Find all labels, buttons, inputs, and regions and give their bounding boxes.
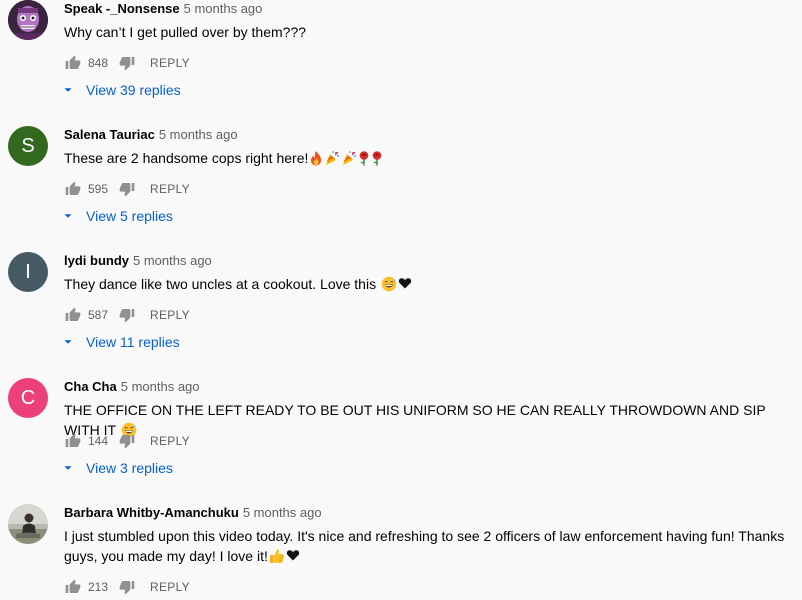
comment-header: Cha Cha 5 months ago	[64, 378, 200, 396]
comment-actions: 848 REPLY	[64, 52, 190, 74]
reply-button[interactable]: REPLY	[150, 182, 190, 196]
thumbs-down-icon	[119, 309, 135, 323]
like-button[interactable]	[64, 54, 82, 72]
avatar[interactable]	[8, 0, 48, 40]
comment-header: Speak -_Nonsense 5 months ago	[64, 0, 262, 18]
rose-emoji	[360, 151, 369, 166]
dislike-button[interactable]	[118, 578, 136, 596]
comment-header: lydi bundy 5 months ago	[64, 252, 212, 270]
comment-text: These are 2 handsome cops right here!	[64, 148, 794, 168]
view-replies-label: View 5 replies	[86, 208, 173, 224]
comment-author[interactable]: Cha Cha	[64, 379, 117, 394]
comment-timestamp[interactable]: 5 months ago	[121, 379, 200, 394]
view-replies-label: View 3 replies	[86, 460, 173, 476]
view-replies-label: View 39 replies	[86, 82, 181, 98]
view-replies-button[interactable]: View 11 replies	[62, 332, 180, 352]
like-count: 587	[88, 308, 109, 322]
emoji-group	[381, 276, 412, 292]
dislike-button[interactable]	[118, 180, 136, 198]
comment-author[interactable]: Salena Tauriac	[64, 127, 155, 142]
like-count: 595	[88, 182, 109, 196]
chevron-down-icon	[62, 84, 74, 96]
rose-emoji	[373, 151, 382, 166]
thumbs-up-icon	[65, 307, 81, 321]
like-count: 213	[88, 580, 109, 594]
thumbs-up-icon	[65, 181, 81, 195]
thumbs-up-emoji	[269, 549, 284, 564]
chevron-down-icon	[62, 336, 74, 348]
view-replies-button[interactable]: View 3 replies	[62, 458, 173, 478]
avatar[interactable]	[8, 504, 48, 544]
like-button[interactable]	[64, 432, 82, 450]
grinning-sweat-emoji	[381, 276, 397, 292]
comment-text-content: Why can’t I get pulled over by them???	[64, 24, 307, 40]
party-popper-emoji	[326, 151, 340, 166]
comment-timestamp[interactable]: 5 months ago	[243, 505, 322, 520]
comment-author[interactable]: Speak -_Nonsense	[64, 1, 180, 16]
avatar-letter: I	[25, 261, 31, 283]
comment-actions: 213 REPLY	[64, 576, 190, 598]
comment-text-content: These are 2 handsome cops right here!	[64, 150, 309, 166]
reply-button[interactable]: REPLY	[150, 308, 190, 322]
black-heart-emoji	[398, 278, 412, 289]
comment-text: Why can’t I get pulled over by them???	[64, 22, 794, 42]
comment-text-content: They dance like two uncles at a cookout.…	[64, 276, 380, 292]
view-replies-label: View 11 replies	[86, 334, 180, 350]
comment-actions: 595 REPLY	[64, 178, 190, 200]
thumbs-down-icon	[119, 183, 135, 197]
comment-author[interactable]: lydi bundy	[64, 253, 129, 268]
black-heart-emoji	[286, 550, 300, 561]
like-button[interactable]	[64, 578, 82, 596]
avatar[interactable]: C	[8, 378, 48, 418]
chevron-down-icon	[62, 462, 74, 474]
chevron-down-icon	[62, 210, 74, 222]
avatar[interactable]: S	[8, 126, 48, 166]
party-popper-emoji	[343, 151, 357, 166]
emoji-group	[309, 150, 383, 166]
thumbs-down-icon	[119, 435, 135, 449]
thumbs-down-icon	[119, 581, 135, 595]
comment-text: I just stumbled upon this video today. I…	[64, 526, 794, 566]
thumbs-up-icon	[65, 55, 81, 69]
comment-text: They dance like two uncles at a cookout.…	[64, 274, 794, 294]
comment-timestamp[interactable]: 5 months ago	[133, 253, 212, 268]
avatar-image	[8, 504, 48, 544]
comment-timestamp[interactable]: 5 months ago	[159, 127, 238, 142]
comment-text-content: I just stumbled upon this video today. I…	[64, 528, 785, 564]
like-button[interactable]	[64, 306, 82, 324]
dislike-button[interactable]	[118, 432, 136, 450]
avatar-letter: S	[21, 135, 35, 157]
comment-timestamp[interactable]: 5 months ago	[184, 1, 263, 16]
comment-header: Salena Tauriac 5 months ago	[64, 126, 238, 144]
like-button[interactable]	[64, 180, 82, 198]
avatar-image	[8, 0, 48, 40]
dislike-button[interactable]	[118, 54, 136, 72]
fire-emoji	[311, 151, 322, 166]
dislike-button[interactable]	[118, 306, 136, 324]
avatar-letter: C	[20, 387, 36, 409]
reply-button[interactable]: REPLY	[150, 580, 190, 594]
reply-button[interactable]: REPLY	[150, 56, 190, 70]
comment-actions: 144 REPLY	[64, 430, 190, 452]
thumbs-down-icon	[119, 57, 135, 71]
thumbs-up-icon	[65, 433, 81, 447]
like-count: 848	[88, 56, 109, 70]
comment-author[interactable]: Barbara Whitby-Amanchuku	[64, 505, 239, 520]
thumbs-up-icon	[65, 579, 81, 593]
like-count: 144	[88, 434, 109, 448]
reply-button[interactable]: REPLY	[150, 434, 190, 448]
emoji-group	[269, 548, 300, 564]
comment-header: Barbara Whitby-Amanchuku 5 months ago	[64, 504, 322, 522]
view-replies-button[interactable]: View 39 replies	[62, 80, 181, 100]
comment-actions: 587 REPLY	[64, 304, 190, 326]
avatar[interactable]: I	[8, 252, 48, 292]
view-replies-button[interactable]: View 5 replies	[62, 206, 173, 226]
